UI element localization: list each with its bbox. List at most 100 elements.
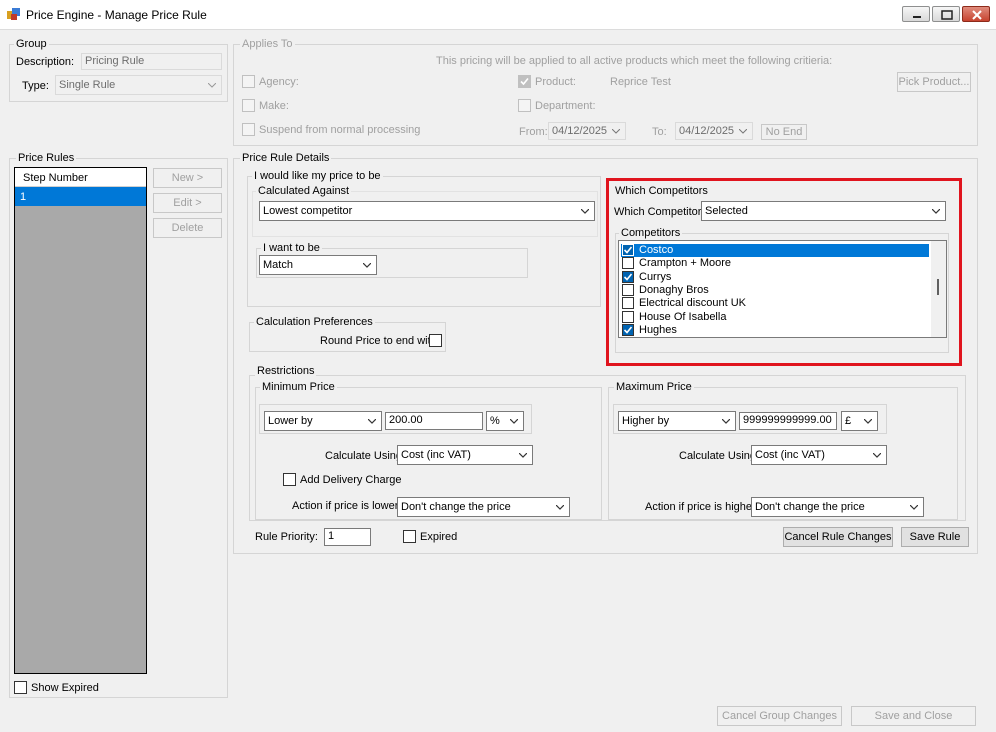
- rule-priority-input[interactable]: 1: [324, 528, 371, 546]
- chevron-down-icon: [510, 419, 518, 424]
- save-and-close-button[interactable]: Save and Close: [851, 706, 976, 726]
- scrollbar-thumb[interactable]: [937, 279, 939, 295]
- competitor-item[interactable]: Costco: [621, 244, 929, 257]
- checkmark-icon: [623, 246, 633, 254]
- round-price-checkbox[interactable]: [429, 334, 442, 347]
- from-date-value: 04/12/2025: [552, 125, 608, 137]
- add-delivery-checkbox[interactable]: [283, 473, 296, 486]
- competitor-checkbox[interactable]: [622, 310, 634, 323]
- competitor-label: Electrical discount UK: [639, 297, 746, 310]
- competitor-item[interactable]: Crampton + Moore: [621, 257, 929, 270]
- table-row[interactable]: 1: [15, 187, 146, 206]
- competitors-scrollbar[interactable]: [931, 241, 946, 337]
- max-action-select[interactable]: Don't change the price: [751, 497, 924, 517]
- min-action-value: Don't change the price: [401, 501, 511, 513]
- competitor-item[interactable]: Currys: [621, 270, 929, 284]
- max-amount-input[interactable]: 999999999999.00: [739, 412, 837, 430]
- step-number-cell: 1: [20, 191, 27, 203]
- price-rules-legend: Price Rules: [16, 152, 77, 164]
- which-competitors-select[interactable]: Selected: [701, 201, 946, 221]
- product-checkbox[interactable]: [518, 75, 531, 88]
- cancel-group-changes-button[interactable]: Cancel Group Changes: [717, 706, 842, 726]
- min-action-select[interactable]: Don't change the price: [397, 497, 570, 517]
- department-checkbox[interactable]: [518, 99, 531, 112]
- type-select-value: Single Rule: [59, 79, 116, 91]
- price-rules-list[interactable]: Step Number 1: [14, 167, 147, 674]
- competitor-item[interactable]: Hughes: [621, 323, 929, 337]
- min-direction-select[interactable]: Lower by: [264, 411, 382, 431]
- competitor-checkbox[interactable]: [622, 323, 634, 336]
- calculated-against-select[interactable]: Lowest competitor: [259, 201, 595, 221]
- competitors-list-legend: Competitors: [619, 227, 683, 239]
- step-number-header[interactable]: Step Number: [15, 168, 146, 187]
- chevron-down-icon: [368, 419, 376, 424]
- competitor-label: Currys: [639, 270, 672, 283]
- competitor-item[interactable]: House Of Isabella: [621, 310, 929, 324]
- max-unit-select[interactable]: £: [841, 411, 878, 431]
- competitor-checkbox[interactable]: [622, 297, 634, 310]
- cancel-rule-changes-button[interactable]: Cancel Rule Changes: [783, 527, 893, 547]
- pick-product-button[interactable]: Pick Product...: [897, 72, 971, 92]
- rule-priority-label: Rule Priority:: [255, 531, 318, 543]
- type-select[interactable]: Single Rule: [55, 75, 222, 95]
- description-field[interactable]: Pricing Rule: [81, 53, 222, 70]
- make-checkbox[interactable]: [242, 99, 255, 112]
- maximize-button[interactable]: [932, 6, 960, 22]
- which-competitors-legend: Which Competitors: [615, 185, 708, 197]
- save-rule-button[interactable]: Save Rule: [901, 527, 969, 547]
- app-icon: [7, 8, 20, 20]
- restrictions-legend: Restrictions: [255, 365, 317, 377]
- competitor-checkbox[interactable]: [622, 244, 634, 256]
- edit-rule-button[interactable]: Edit >: [153, 193, 222, 213]
- description-label: Description:: [16, 56, 75, 68]
- chevron-down-icon: [556, 505, 564, 510]
- suspend-label: Suspend from normal processing: [259, 124, 421, 136]
- chevron-down-icon: [873, 453, 881, 458]
- competitor-label: Costco: [639, 244, 674, 256]
- close-button[interactable]: [962, 6, 990, 22]
- step-number-header-label: Step Number: [23, 172, 88, 184]
- max-unit-value: £: [845, 415, 852, 427]
- from-label: From:: [519, 126, 548, 138]
- min-unit-value: %: [490, 415, 500, 427]
- max-calc-using-select[interactable]: Cost (inc VAT): [751, 445, 887, 465]
- chevron-down-icon: [932, 209, 940, 214]
- to-label: To:: [652, 126, 667, 138]
- chevron-down-icon: [519, 453, 527, 458]
- competitor-checkbox[interactable]: [622, 270, 634, 283]
- min-calc-using-select[interactable]: Cost (inc VAT): [397, 445, 533, 465]
- new-rule-button[interactable]: New >: [153, 168, 222, 188]
- i-want-to-be-select[interactable]: Match: [259, 255, 377, 275]
- chevron-down-icon: [722, 419, 730, 424]
- expired-checkbox[interactable]: [403, 530, 416, 543]
- calculated-against-legend: Calculated Against: [256, 185, 352, 197]
- checkmark-icon: [623, 326, 633, 334]
- i-want-to-be-value: Match: [263, 259, 293, 271]
- agency-label: Agency:: [259, 76, 299, 88]
- competitors-checklist[interactable]: Costco Crampton + Moore Currys Donaghy Bros…: [618, 240, 947, 338]
- calculated-against-value: Lowest competitor: [263, 205, 353, 217]
- max-calc-using-label: Calculate Using:: [679, 450, 760, 462]
- competitor-item[interactable]: Donaghy Bros: [621, 283, 929, 297]
- max-direction-value: Higher by: [622, 415, 670, 427]
- type-label: Type:: [22, 80, 49, 92]
- show-expired-checkbox[interactable]: [14, 681, 27, 694]
- price-rule-details-legend: Price Rule Details: [240, 152, 332, 164]
- no-end-button[interactable]: No End: [761, 124, 807, 140]
- to-date-picker[interactable]: 04/12/2025: [675, 122, 753, 140]
- from-date-picker[interactable]: 04/12/2025: [548, 122, 626, 140]
- min-action-label: Action if price is lower:: [292, 500, 402, 512]
- competitor-item[interactable]: Electrical discount UK: [621, 297, 929, 310]
- checkmark-icon: [623, 273, 633, 281]
- agency-checkbox[interactable]: [242, 75, 255, 88]
- max-action-label: Action if price is higher:: [645, 501, 759, 513]
- competitor-checkbox[interactable]: [622, 283, 634, 296]
- delete-rule-button[interactable]: Delete: [153, 218, 222, 238]
- max-direction-select[interactable]: Higher by: [618, 411, 736, 431]
- suspend-checkbox[interactable]: [242, 123, 255, 136]
- minimize-button[interactable]: [902, 6, 930, 22]
- competitor-checkbox[interactable]: [622, 257, 634, 270]
- min-unit-select[interactable]: %: [486, 411, 524, 431]
- min-amount-input[interactable]: 200.00: [385, 412, 483, 430]
- min-direction-value: Lower by: [268, 415, 313, 427]
